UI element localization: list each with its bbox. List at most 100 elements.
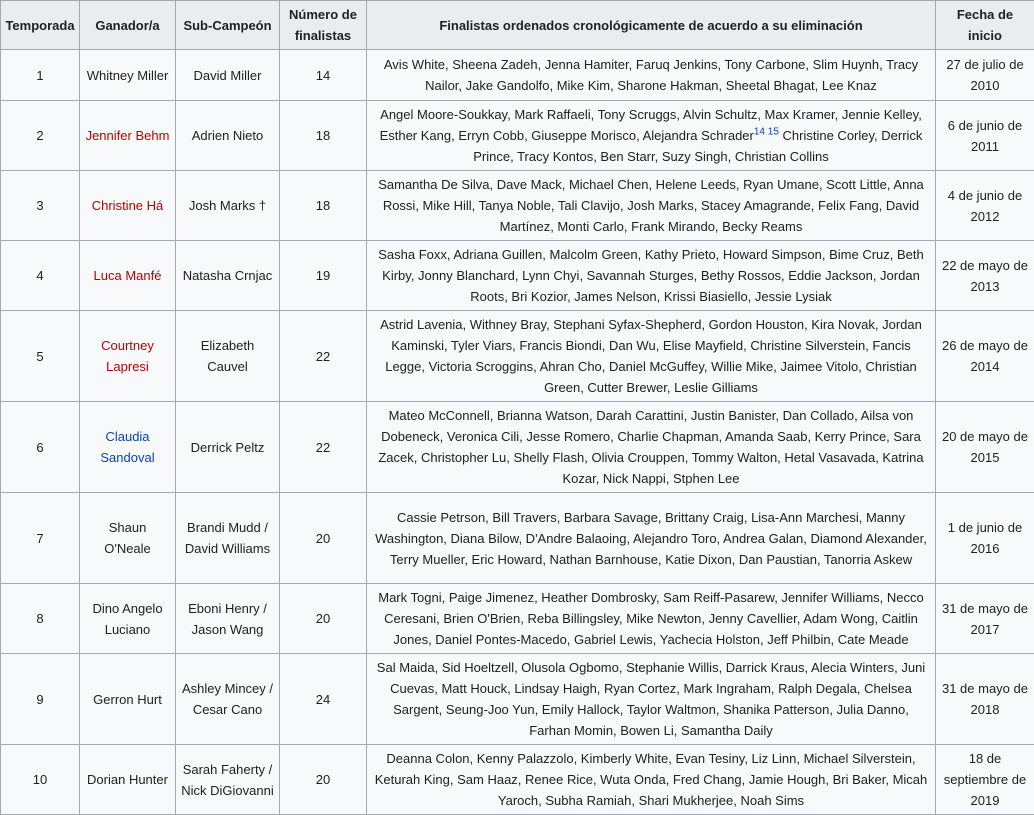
cell-finalists: Mateo McConnell, Brianna Watson, Darah C… <box>367 402 936 493</box>
finalists-text: Avis White, Sheena Zadeh, Jenna Hamiter,… <box>384 57 918 93</box>
cell-finalist-count-text: 24 <box>316 692 330 707</box>
table-row: 4 Luca Manfé Natasha Crnjac 19 Sasha Foxx, A… <box>1 241 1034 311</box>
cell-season-text: 9 <box>36 692 43 707</box>
cell-runner-up-text: Josh Marks † <box>189 198 266 213</box>
cell-runner-up: David Miller <box>176 50 280 101</box>
cell-finalists: Sasha Foxx, Adriana Guillen, Malcolm Gre… <box>367 241 936 311</box>
cell-winner-text: Dino Angelo Luciano <box>92 601 162 637</box>
cell-finalist-count-text: 20 <box>316 611 330 626</box>
cell-start-date: 22 de mayo de 2013 <box>936 241 1034 311</box>
cell-runner-up-text: Brandi Mudd / David Williams <box>185 520 270 556</box>
header-finalists[interactable]: Finalistas ordenados cronológicamente de… <box>367 1 936 50</box>
cell-winner: Courtney Lapresi <box>80 311 176 402</box>
cell-season-text: 6 <box>36 440 43 455</box>
cell-finalist-count-text: 22 <box>316 440 330 455</box>
cell-season: 8 <box>1 584 80 654</box>
cell-finalists: Deanna Colon, Kenny Palazzolo, Kimberly … <box>367 745 936 815</box>
reference-link[interactable]: 14 15 <box>754 127 779 138</box>
cell-runner-up: Eboni Henry / Jason Wang <box>176 584 280 654</box>
cell-start-date-text: 31 de mayo de 2017 <box>942 601 1028 637</box>
finalists-text: Sal Maida, Sid Hoeltzell, Olusola Ogbomo… <box>377 660 925 738</box>
cell-winner-text: Dorian Hunter <box>87 772 168 787</box>
cell-winner-text: Whitney Miller <box>87 68 169 83</box>
cell-runner-up: Ashley Mincey / Cesar Cano <box>176 654 280 745</box>
cell-season: 9 <box>1 654 80 745</box>
cell-start-date-text: 18 de septiembre de 2019 <box>944 751 1026 808</box>
cell-season: 1 <box>1 50 80 101</box>
cell-runner-up: Adrien Nieto <box>176 101 280 171</box>
cell-winner: Luca Manfé <box>80 241 176 311</box>
finalists-text: Deanna Colon, Kenny Palazzolo, Kimberly … <box>375 751 928 808</box>
cell-runner-up: Elizabeth Cauvel <box>176 311 280 402</box>
cell-runner-up-text: Elizabeth Cauvel <box>201 338 254 374</box>
table-row: 8 Dino Angelo Luciano Eboni Henry / Jason … <box>1 584 1034 654</box>
cell-start-date-text: 1 de junio de 2016 <box>948 520 1022 556</box>
cell-finalist-count-text: 20 <box>316 531 330 546</box>
cell-winner-text[interactable]: Luca Manfé <box>94 268 162 283</box>
cell-season: 7 <box>1 493 80 584</box>
finalists-text: Mateo McConnell, Brianna Watson, Darah C… <box>378 408 923 486</box>
cell-start-date-text: 22 de mayo de 2013 <box>942 258 1028 294</box>
cell-season-text: 4 <box>36 268 43 283</box>
table-row: 7 Shaun O'NealeBrandi Mudd / David Willia… <box>1 493 1034 584</box>
cell-season-text: 5 <box>36 349 43 364</box>
cell-finalist-count: 22 <box>280 311 367 402</box>
table-row: 5 Courtney Lapresi Elizabeth Cauvel 22 Astri… <box>1 311 1034 402</box>
cell-start-date: 18 de septiembre de 2019 <box>936 745 1034 815</box>
cell-season: 6 <box>1 402 80 493</box>
cell-finalist-count: 20 <box>280 584 367 654</box>
cell-finalists: Samantha De Silva, Dave Mack, Michael Ch… <box>367 171 936 241</box>
cell-winner: Whitney Miller <box>80 50 176 101</box>
cell-finalist-count-text: 20 <box>316 772 330 787</box>
cell-runner-up-text: Ashley Mincey / Cesar Cano <box>182 681 273 717</box>
table-row: 3Christine HáJosh Marks †18Samantha De S… <box>1 171 1034 241</box>
finalists-text: Astrid Lavenia, Withney Bray, Stephani S… <box>380 317 922 395</box>
header-winner[interactable]: Ganador/a <box>80 1 176 50</box>
cell-season-text: 2 <box>36 128 43 143</box>
cell-finalists: Angel Moore-Soukkay, Mark Raffaeli, Tony… <box>367 101 936 171</box>
cell-start-date: 20 de mayo de 2015 <box>936 402 1034 493</box>
cell-season-text: 8 <box>36 611 43 626</box>
finalists-text: Samantha De Silva, Dave Mack, Michael Ch… <box>378 177 924 234</box>
table-row: 2 Jennifer Behm Adrien Nieto18Angel Moore-… <box>1 101 1034 171</box>
cell-finalists: Astrid Lavenia, Withney Bray, Stephani S… <box>367 311 936 402</box>
cell-runner-up-text: Eboni Henry / Jason Wang <box>188 601 267 637</box>
cell-finalist-count-text: 22 <box>316 349 330 364</box>
cell-winner-text[interactable]: Jennifer Behm <box>86 128 170 143</box>
cell-season-text: 7 <box>36 531 43 546</box>
table-row: 9Gerron HurtAshley Mincey / Cesar Cano24… <box>1 654 1034 745</box>
cell-start-date: 6 de junio de 2011 <box>936 101 1034 171</box>
cell-start-date-text: 4 de junio de 2012 <box>948 188 1022 224</box>
cell-season: 3 <box>1 171 80 241</box>
cell-finalist-count: 24 <box>280 654 367 745</box>
cell-finalists: Mark Togni, Paige Jimenez, Heather Dombr… <box>367 584 936 654</box>
cell-finalist-count-text: 19 <box>316 268 330 283</box>
table-row: 1Whitney MillerDavid Miller14Avis White,… <box>1 50 1034 101</box>
cell-finalist-count: 22 <box>280 402 367 493</box>
cell-finalists: Sal Maida, Sid Hoeltzell, Olusola Ogbomo… <box>367 654 936 745</box>
cell-start-date-text: 6 de junio de 2011 <box>948 118 1022 154</box>
header-runner-up[interactable]: Sub-Campeón <box>176 1 280 50</box>
table-row: 6 Claudia Sandoval Derrick Peltz 22 Mateo Mc… <box>1 402 1034 493</box>
cell-finalists: Avis White, Sheena Zadeh, Jenna Hamiter,… <box>367 50 936 101</box>
cell-season-text: 10 <box>33 772 47 787</box>
cell-winner-text[interactable]: Courtney Lapresi <box>101 338 154 374</box>
cell-winner: Jennifer Behm <box>80 101 176 171</box>
cell-start-date: 1 de junio de 2016 <box>936 493 1034 584</box>
cell-winner-text[interactable]: Christine Há <box>92 198 164 213</box>
header-season[interactable]: Temporada <box>1 1 80 50</box>
finalists-text: Sasha Foxx, Adriana Guillen, Malcolm Gre… <box>378 247 924 304</box>
cell-start-date: 31 de mayo de 2017 <box>936 584 1034 654</box>
cell-season-text: 1 <box>36 68 43 83</box>
header-start-date[interactable]: Fecha de inicio <box>936 1 1034 50</box>
cell-runner-up-text: Natasha Crnjac <box>183 268 273 283</box>
header-row: Temporada Ganador/a Sub-Campeón Número d… <box>1 1 1034 50</box>
table-row: 10 Dorian Hunter Sarah Faherty / Nick DiGi… <box>1 745 1034 815</box>
header-finalist-count[interactable]: Número de finalistas <box>280 1 367 50</box>
cell-winner-text[interactable]: Claudia Sandoval <box>100 429 154 465</box>
cell-winner: Shaun O'Neale <box>80 493 176 584</box>
seasons-table: Temporada Ganador/a Sub-Campeón Número d… <box>0 0 1034 815</box>
cell-finalist-count: 18 <box>280 101 367 171</box>
cell-runner-up-text: Derrick Peltz <box>191 440 265 455</box>
cell-runner-up: Sarah Faherty / Nick DiGiovanni <box>176 745 280 815</box>
